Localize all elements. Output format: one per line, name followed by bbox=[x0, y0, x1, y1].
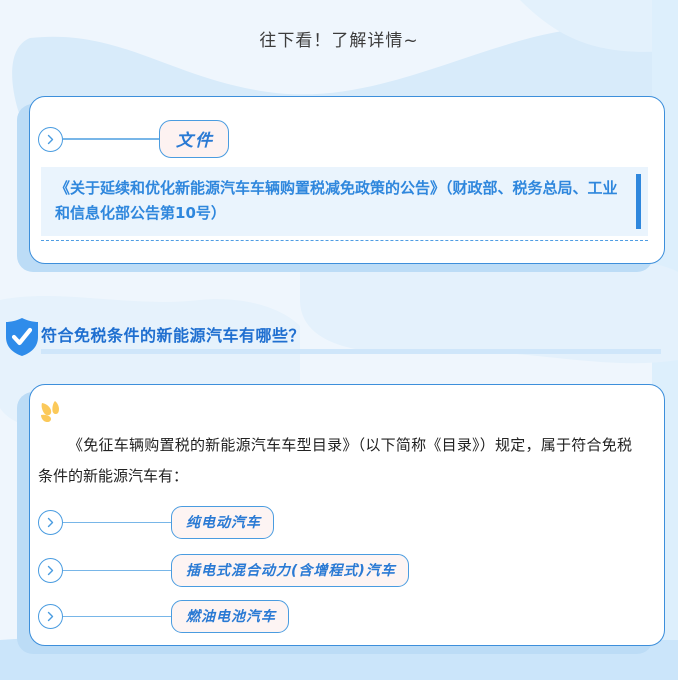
connector-line bbox=[63, 615, 171, 618]
vehicle-type-label[interactable]: 燃油电池汽车 bbox=[171, 600, 289, 633]
document-dashed-divider bbox=[41, 240, 648, 241]
chevron-right-circle-icon bbox=[38, 604, 63, 629]
document-title-block: 《关于延续和优化新能源汽车车辆购置税减免政策的公告》（财政部、税务总局、工业和信… bbox=[41, 167, 648, 236]
chevron-right-circle-icon bbox=[38, 126, 63, 152]
section-heading: 符合免税条件的新能源汽车有哪些？ bbox=[0, 308, 678, 358]
connector-line bbox=[63, 138, 159, 140]
chevron-right-circle-icon bbox=[38, 558, 63, 583]
section-underline-rule bbox=[41, 349, 661, 354]
section-title-text: 符合免税条件的新能源汽车有哪些？ bbox=[41, 326, 306, 345]
chevron-right-circle-icon bbox=[38, 510, 63, 535]
file-badge-row: 文件 bbox=[38, 120, 229, 158]
document-title-text: 《关于延续和优化新能源汽车车辆购置税减免政策的公告》（财政部、税务总局、工业和信… bbox=[55, 179, 618, 222]
vehicle-type-row: 插电式混合动力(含增程式)汽车 bbox=[38, 554, 409, 587]
page-headline: 往下看！了解详情~ bbox=[259, 31, 419, 51]
document-accent-bar bbox=[636, 174, 641, 229]
connector-line bbox=[63, 521, 171, 524]
page-root: 往下看！了解详情~ 文件 《关于延续和优化新能源汽车车辆购置税减免政策的公告》（… bbox=[0, 0, 678, 680]
shield-check-icon bbox=[6, 318, 38, 356]
vehicle-type-label[interactable]: 插电式混合动力(含增程式)汽车 bbox=[171, 554, 409, 587]
vehicle-type-label[interactable]: 纯电动汽车 bbox=[171, 506, 274, 539]
sparkle-quote-icon bbox=[41, 401, 59, 423]
answer-paragraph: 《免征车辆购置税的新能源汽车车型目录》（以下简称《目录》）规定，属于符合免税条件… bbox=[38, 436, 632, 485]
vehicle-type-row: 纯电动汽车 bbox=[38, 506, 274, 539]
vehicle-type-row: 燃油电池汽车 bbox=[38, 600, 289, 633]
connector-line bbox=[63, 569, 171, 572]
file-badge-label[interactable]: 文件 bbox=[159, 120, 229, 158]
